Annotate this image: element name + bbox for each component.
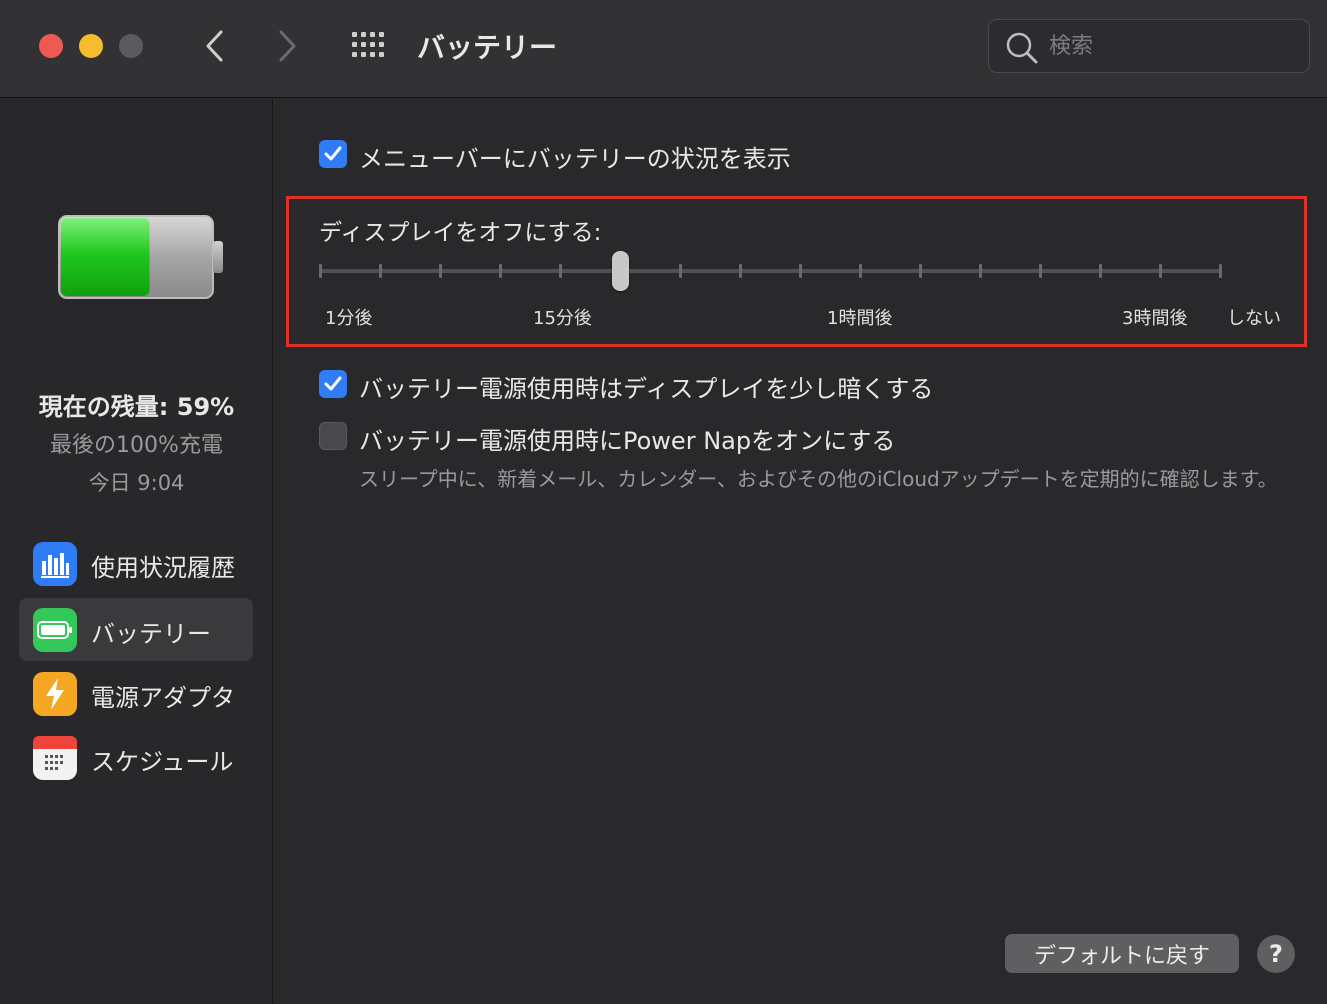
slider-tick	[859, 264, 862, 278]
sidebar-item-label: 電源アダプタ	[91, 684, 235, 712]
power-nap-label: バッテリー電源使用時にPower Napをオンにする	[359, 427, 896, 455]
slider-tick	[1159, 264, 1162, 278]
slider-tick	[439, 264, 442, 278]
sidebar: 現在の残量: 59% 最後の100%充電 今日 9:04 使用状況履歴 バッテリ…	[0, 99, 273, 1004]
slider-tick	[319, 264, 322, 278]
slider-label-1hour: 1時間後	[827, 308, 893, 329]
restore-defaults-button[interactable]: デフォルトに戻す	[1005, 934, 1239, 973]
close-button[interactable]	[39, 34, 63, 58]
slider-tick	[559, 264, 562, 278]
last-full-charge-label: 最後の100%充電	[50, 433, 223, 458]
bar-chart-icon	[33, 542, 77, 586]
minimize-button[interactable]	[79, 34, 103, 58]
display-off-title: ディスプレイをオフにする:	[319, 220, 602, 246]
sidebar-item-label: バッテリー	[91, 620, 211, 648]
display-off-slider-knob[interactable]	[612, 251, 629, 291]
window-title: バッテリー	[417, 31, 558, 64]
sidebar-item-battery[interactable]: バッテリー	[19, 598, 253, 661]
checkmark-icon	[324, 146, 342, 161]
slider-label-never: しない	[1227, 308, 1281, 329]
slider-tick	[979, 264, 982, 278]
slider-tick	[679, 264, 682, 278]
battery-settings-panel: メニューバーにバッテリーの状況を表示 ディスプレイをオフにする: 1分後 15分…	[274, 99, 1327, 1004]
grid-icon	[350, 30, 388, 60]
slider-tick	[799, 264, 802, 278]
checkmark-icon	[324, 376, 342, 391]
chevron-right-icon	[279, 30, 296, 62]
toolbar: バッテリー	[0, 0, 1327, 98]
slider-tick	[499, 264, 502, 278]
battery-level-text: 現在の残量: 59%	[38, 393, 235, 421]
chevron-left-icon	[206, 30, 223, 62]
slider-label-1min: 1分後	[325, 308, 373, 329]
slider-tick	[1219, 264, 1222, 278]
help-button[interactable]: ?	[1257, 935, 1295, 973]
sidebar-item-label: 使用状況履歴	[91, 554, 235, 582]
sidebar-item-schedule[interactable]: スケジュール	[19, 726, 253, 789]
slider-tick	[919, 264, 922, 278]
back-button[interactable]	[197, 26, 231, 66]
show-in-menubar-label: メニューバーにバッテリーの状況を表示	[359, 145, 791, 173]
slider-label-3hours: 3時間後	[1122, 308, 1188, 329]
show-in-menubar-checkbox[interactable]	[319, 140, 347, 168]
sidebar-item-usage-history[interactable]: 使用状況履歴	[19, 532, 253, 595]
slider-tick	[1099, 264, 1102, 278]
show-all-grid-button[interactable]	[350, 30, 388, 60]
battery-level-icon	[58, 215, 223, 299]
last-full-charge-time: 今日 9:04	[88, 471, 185, 495]
display-off-slider-track[interactable]	[320, 269, 1222, 273]
slider-tick	[739, 264, 742, 278]
calendar-icon	[33, 736, 77, 780]
dim-display-checkbox[interactable]	[319, 370, 347, 398]
power-nap-checkbox[interactable]	[319, 422, 347, 450]
search-field[interactable]	[988, 19, 1310, 73]
zoom-button[interactable]	[119, 34, 143, 58]
slider-tick	[379, 264, 382, 278]
power-nap-description: スリープ中に、新着メール、カレンダー、およびその他のiCloudアップデートを定…	[359, 467, 1278, 491]
slider-tick	[1039, 264, 1042, 278]
slider-label-15min: 15分後	[533, 308, 592, 329]
sidebar-item-label: スケジュール	[91, 748, 234, 776]
search-input[interactable]	[1049, 30, 1289, 62]
lightning-icon	[33, 672, 77, 716]
search-icon	[1006, 32, 1038, 64]
forward-button[interactable]	[271, 26, 305, 66]
sidebar-item-power-adapter[interactable]: 電源アダプタ	[19, 662, 253, 725]
preferences-window: バッテリー 検索 現在の残量: 59% 最後の100%充電 今日 9:04 使用…	[0, 0, 1327, 1004]
dim-display-label: バッテリー電源使用時はディスプレイを少し暗くする	[359, 375, 934, 403]
battery-icon	[33, 608, 77, 652]
